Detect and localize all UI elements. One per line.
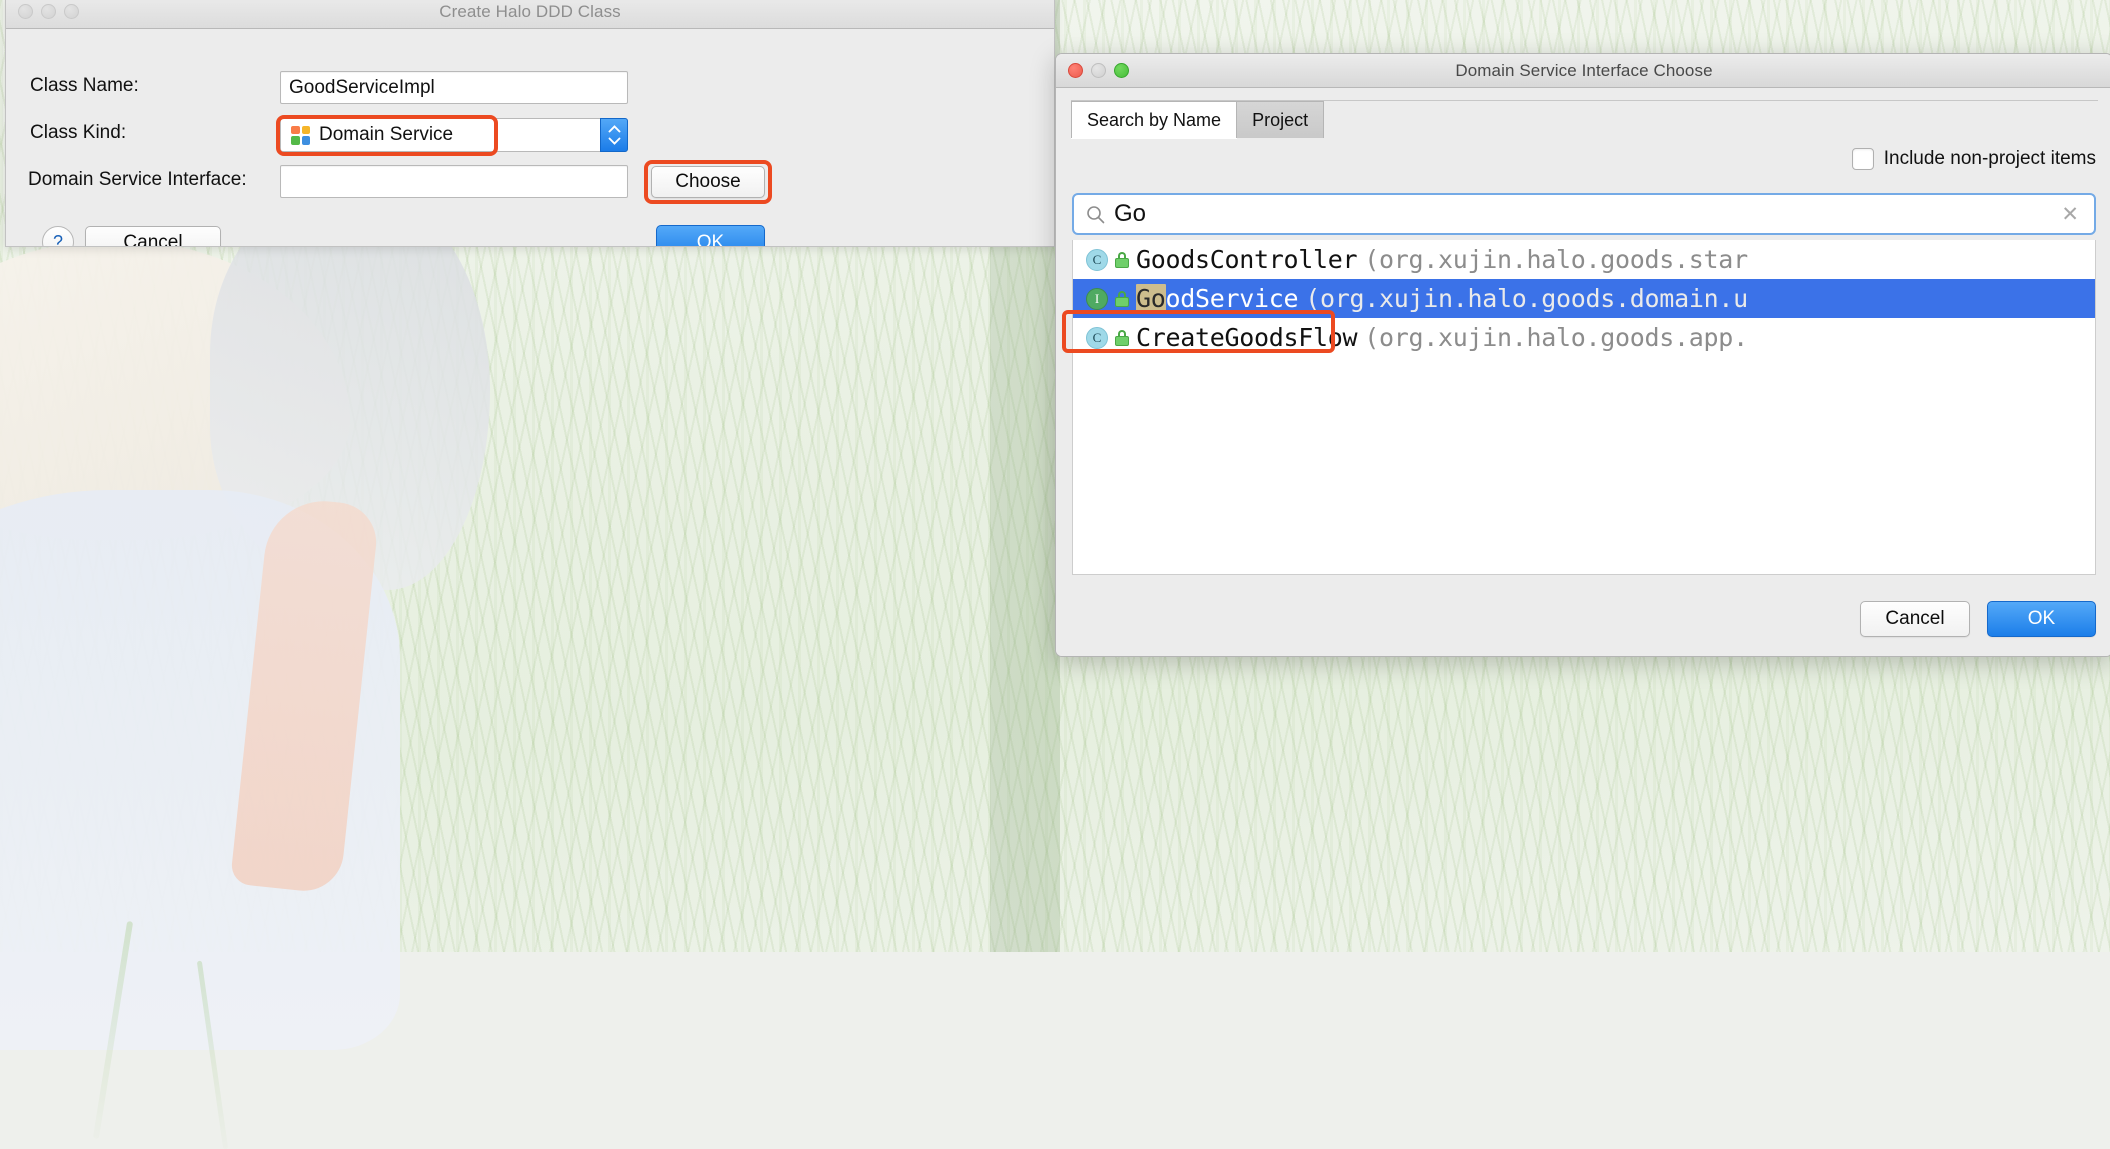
left-dialog-title: Create Halo DDD Class (439, 1, 621, 21)
include-non-project-label: Include non-project items (1883, 148, 2096, 169)
public-lock-icon (1115, 329, 1129, 346)
domain-service-interface-label: Domain Service Interface: (28, 169, 247, 190)
class-badge-icon: C (1086, 326, 1108, 349)
public-lock-icon (1115, 290, 1129, 307)
search-input[interactable]: Go ✕ (1072, 193, 2096, 235)
result-package: (org.xujin.halo.goods.app. (1364, 323, 1748, 352)
right-dialog-footer: Cancel OK (1860, 601, 2096, 637)
result-name-rest: odService (1165, 284, 1299, 313)
close-icon[interactable] (18, 4, 33, 19)
search-results-list[interactable]: C GoodsController (org.xujin.halo.goods.… (1072, 240, 2096, 575)
interface-badge-icon: I (1086, 287, 1108, 310)
class-name-label: Class Name: (30, 75, 139, 96)
left-dialog-body: Class Name: GoodServiceImpl Class Kind: … (6, 29, 1054, 246)
class-badge-icon: C (1086, 248, 1108, 271)
right-dialog-titlebar[interactable]: Domain Service Interface Choose (1056, 54, 2110, 88)
right-window-controls[interactable] (1068, 63, 1129, 78)
class-kind-combobox-display[interactable]: Domain Service (280, 118, 628, 152)
search-input-value: Go (1114, 200, 1147, 227)
desktop-wallpaper-figure (0, 190, 640, 1149)
chevron-up-icon (608, 125, 620, 133)
search-icon (1087, 205, 1105, 223)
match-highlight: Go (1136, 284, 1166, 313)
chevron-down-icon (608, 137, 620, 145)
left-window-controls[interactable] (18, 4, 79, 19)
right-dialog-title: Domain Service Interface Choose (1455, 60, 1713, 80)
include-non-project-checkbox[interactable] (1851, 148, 1874, 170)
tabstrip: Search by Name Project (1071, 101, 2098, 139)
right-dialog-body: Search by Name Project Include non-proje… (1056, 88, 2110, 656)
table-row[interactable]: C CreateGoodsFlow (org.xujin.halo.goods.… (1073, 318, 2095, 357)
table-row[interactable]: C GoodsController (org.xujin.halo.goods.… (1073, 240, 2095, 279)
left-dialog-titlebar[interactable]: Create Halo DDD Class (6, 0, 1054, 29)
class-name-input[interactable]: GoodServiceImpl (280, 71, 628, 104)
create-halo-ddd-class-dialog: Create Halo DDD Class Class Name: GoodSe… (5, 0, 1055, 247)
close-icon[interactable] (1068, 63, 1083, 78)
ok-button[interactable]: OK (656, 225, 765, 246)
cancel-button[interactable]: Cancel (1860, 601, 1970, 637)
choose-button[interactable]: Choose (651, 166, 765, 198)
result-name: CreateGoodsFlow (1136, 323, 1358, 352)
class-kind-stepper[interactable] (600, 118, 628, 152)
minimize-icon[interactable] (1091, 63, 1106, 78)
class-kind-label: Class Kind: (30, 122, 127, 143)
domain-service-interface-input[interactable] (280, 165, 628, 198)
tab-selected-underline (1071, 138, 2098, 141)
result-package: (org.xujin.halo.goods.domain.u (1305, 284, 1748, 313)
tab-search-by-name[interactable]: Search by Name (1071, 101, 1238, 138)
ok-button[interactable]: OK (1987, 601, 2096, 637)
cancel-button[interactable]: Cancel (85, 226, 221, 246)
result-name: GoodService (1136, 284, 1299, 313)
class-kind-value: Domain Service (319, 124, 454, 145)
table-row[interactable]: I GoodService (org.xujin.halo.goods.doma… (1073, 279, 2095, 318)
tab-project[interactable]: Project (1236, 101, 1325, 138)
minimize-icon[interactable] (41, 4, 56, 19)
maximize-icon[interactable] (1114, 63, 1129, 78)
class-kind-combobox[interactable]: Domain Service (280, 118, 628, 152)
class-name-value: GoodServiceImpl (289, 76, 435, 98)
public-lock-icon (1115, 251, 1129, 268)
result-package: (org.xujin.halo.goods.star (1364, 245, 1748, 274)
clear-x-icon[interactable]: ✕ (2058, 202, 2082, 227)
domain-service-interface-choose-dialog: Domain Service Interface Choose Search b… (1055, 53, 2110, 657)
module-squares-icon (291, 125, 310, 145)
result-name: GoodsController (1136, 245, 1358, 274)
help-button[interactable]: ? (42, 226, 74, 246)
include-non-project-row[interactable]: Include non-project items (1851, 148, 2096, 170)
maximize-icon[interactable] (64, 4, 79, 19)
